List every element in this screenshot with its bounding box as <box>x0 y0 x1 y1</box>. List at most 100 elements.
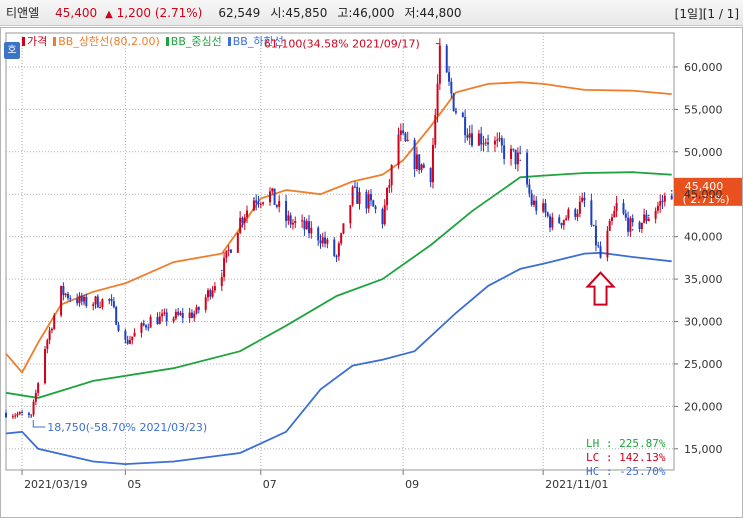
candle-body <box>627 217 630 232</box>
candle-body <box>562 220 565 226</box>
candle-body <box>498 138 501 140</box>
price-point <box>487 138 489 140</box>
candle-body <box>174 311 177 319</box>
price-point <box>303 227 306 229</box>
candle-body <box>436 83 439 116</box>
candle-body <box>124 330 127 340</box>
candle-body <box>406 139 409 142</box>
candle-body <box>147 327 150 329</box>
candle-body <box>645 214 648 221</box>
change-value: 1,200 (2.71%) <box>116 5 203 20</box>
candle-body <box>464 117 467 136</box>
candle-body <box>590 200 593 225</box>
low-annotation: 18,750(-58.70% 2021/03/23) <box>47 421 207 434</box>
candle-body <box>128 340 131 344</box>
candle-body <box>622 203 625 214</box>
candle-body <box>611 217 614 221</box>
stats-panel: LH : 225.87% LC : 142.13% HC : -25.70% <box>586 437 665 479</box>
candle-body <box>262 202 265 204</box>
candle-body <box>390 165 393 186</box>
price-point <box>551 223 554 225</box>
candle-body <box>197 307 200 310</box>
candle-body <box>656 205 659 211</box>
candle-body <box>101 299 104 308</box>
high-price: 고:46,000 <box>337 6 395 20</box>
stat-label: LC <box>586 451 600 464</box>
candle-body <box>514 149 517 165</box>
candle-body <box>510 148 513 159</box>
price-point <box>439 56 441 59</box>
candle-body <box>181 313 184 319</box>
price-point <box>615 206 618 208</box>
candle-body <box>117 324 120 331</box>
candle-body <box>333 239 336 256</box>
y-tick-label: 35,000 <box>684 273 723 286</box>
y-tick-label: 30,000 <box>684 316 723 329</box>
price-point <box>381 218 384 221</box>
ho-button[interactable]: 호 <box>4 42 20 59</box>
price-point <box>583 201 586 204</box>
candle-body <box>402 130 405 134</box>
candle-body <box>493 140 496 145</box>
candle-body <box>44 348 47 384</box>
candle-body <box>64 293 67 296</box>
candle-body <box>640 222 643 229</box>
candle-body <box>53 315 56 329</box>
stock-name: 티앤엘 <box>6 6 40 20</box>
candle-body <box>608 220 611 231</box>
candle-body <box>156 317 159 325</box>
candle-body <box>317 227 320 241</box>
price-point <box>319 235 322 238</box>
candle-body <box>85 296 88 307</box>
candle-body <box>546 212 549 217</box>
price-point <box>530 201 533 204</box>
volume: 62,549 <box>218 5 261 20</box>
stat-value: -25.70% <box>619 465 666 478</box>
candle-body <box>477 133 480 146</box>
candle-body <box>367 194 370 209</box>
candle-body <box>62 285 65 296</box>
candle-body <box>115 307 118 325</box>
candle-body <box>613 210 616 218</box>
candle-body <box>434 115 437 145</box>
candle-body <box>255 200 258 203</box>
y-tick-label: 60,000 <box>684 61 723 74</box>
candle-body <box>461 112 464 118</box>
stock-header: 티앤엘 45,400 ▲ 1,200 (2.71%) 62,549 시:45,8… <box>0 0 743 26</box>
candle-body <box>342 223 345 234</box>
chart-legend: 가격 BB_상한선(80,2.00) BB_중심선 BB_하한선 <box>22 33 284 49</box>
stat-value: 142.13% <box>619 451 666 464</box>
candle-body <box>574 209 577 217</box>
candle-body <box>126 339 129 344</box>
candle-body <box>179 313 182 315</box>
candle-body <box>236 232 239 253</box>
candle-body <box>500 138 503 146</box>
candle-body <box>163 312 166 314</box>
candle-body <box>374 206 377 210</box>
candle-body <box>592 224 595 226</box>
period-selector[interactable]: [1일][1 / 1] <box>675 5 739 22</box>
candle-body <box>647 218 650 221</box>
candle-body <box>301 220 304 222</box>
candle-body <box>429 167 432 183</box>
price-point <box>647 214 650 217</box>
candle-body <box>397 134 400 166</box>
y-tick-label: 45,000 <box>684 188 723 201</box>
candle-body <box>225 250 228 258</box>
candle-body <box>158 316 161 325</box>
price-point <box>519 159 521 162</box>
candle-body <box>209 290 212 297</box>
candle-body <box>291 222 294 225</box>
price-point <box>60 291 62 293</box>
candle-body <box>448 72 451 82</box>
candle-body <box>131 336 134 341</box>
candle-body <box>431 144 434 183</box>
candle-body <box>369 194 372 201</box>
candle-body <box>480 133 483 145</box>
candle-body <box>519 152 522 154</box>
price-point <box>413 159 416 162</box>
price-point <box>455 108 457 111</box>
legend-label-upper: BB_상한선(80,2.00) <box>58 35 160 48</box>
price-point <box>195 312 198 314</box>
candle-body <box>468 133 471 138</box>
